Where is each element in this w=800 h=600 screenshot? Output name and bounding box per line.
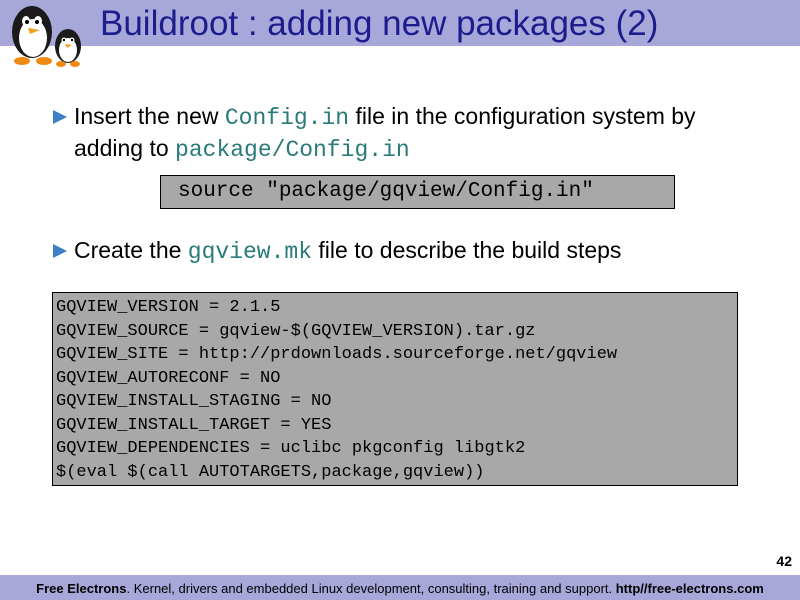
inline-code-package-config-in: package/Config.in — [175, 137, 410, 163]
bullet-text: Insert the new Config.in file in the con… — [74, 101, 754, 165]
code-line: GQVIEW_AUTORECONF = NO — [56, 368, 281, 388]
code-line: GQVIEW_DEPENDENCIES = uclibc pkgconfig l… — [56, 439, 526, 458]
code-line: GQVIEW_SITE = http://prdownloads.sourcef… — [56, 345, 618, 364]
code-line: GQVIEW_INSTALL_STAGING = NO — [56, 392, 332, 411]
penguins-logo-icon — [12, 6, 81, 67]
code-line: GQVIEW_INSTALL_TARGET = YES — [56, 415, 332, 435]
bullet-text: Create the gqview.mk file to describe th… — [74, 235, 754, 267]
bullet-text-part: Insert the new — [74, 103, 225, 129]
bullet-text-part: file to describe the build steps — [312, 237, 622, 263]
makefile-code-box: GQVIEW_VERSION = 2.1.5 GQVIEW_SOURCE = g… — [52, 292, 738, 486]
bullet-insert-config: Insert the new Config.in file in the con… — [52, 101, 752, 163]
slide-title: Buildroot : adding new packages (2) — [100, 4, 659, 43]
bullet-create-mk: Create the gqview.mk file to describe th… — [52, 235, 752, 267]
bullet-triangle-icon — [53, 244, 67, 258]
bullet-text-part: adding to — [74, 135, 176, 161]
footer-description: . Kernel, drivers and embedded Linux dev… — [126, 581, 616, 596]
footer-url[interactable]: http//free-electrons.com — [616, 581, 764, 596]
inline-code-gqview-mk: gqview.mk — [187, 239, 313, 265]
bullet-text-part: file in the configuration system by — [349, 103, 696, 129]
bullet-triangle-icon — [53, 110, 67, 124]
footer-bar: Free Electrons. Kernel, drivers and embe… — [0, 575, 800, 600]
footer-brand: Free Electrons — [36, 581, 127, 596]
inline-code-config-in: Config.in — [224, 105, 350, 131]
source-code-box: source "package/gqview/Config.in" — [160, 175, 675, 209]
code-line: GQVIEW_SOURCE = gqview-$(GQVIEW_VERSION)… — [56, 321, 536, 341]
code-line: GQVIEW_VERSION = 2.1.5 — [56, 298, 281, 317]
code-line: $(eval $(call AUTOTARGETS,package,gqview… — [56, 462, 485, 482]
page-number: 42 — [776, 553, 792, 569]
bullet-text-part: Create the — [74, 237, 188, 263]
